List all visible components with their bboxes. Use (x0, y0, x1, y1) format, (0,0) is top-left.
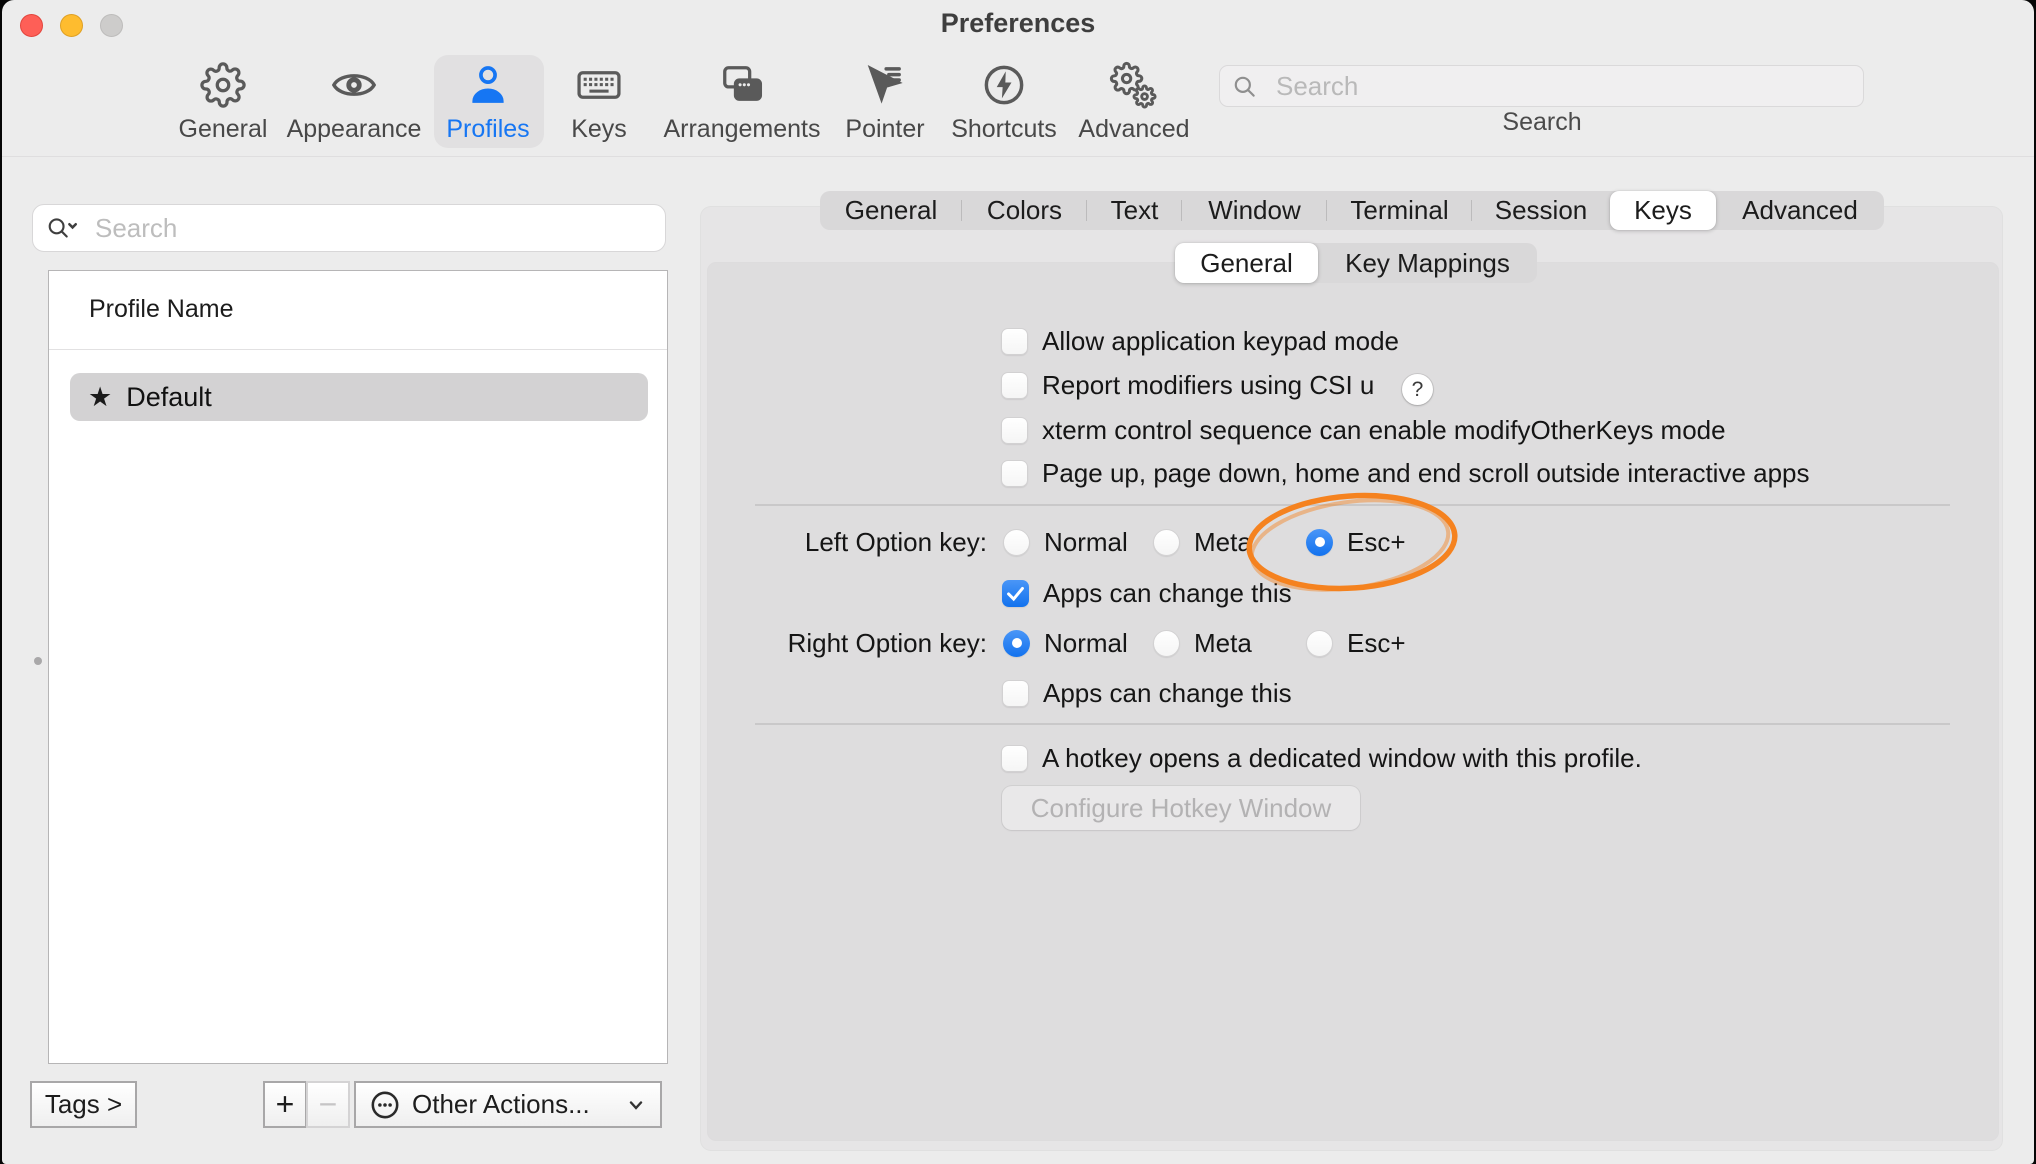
left-option-meta: Meta (1153, 520, 1252, 564)
toolbar-search-caption: Search (1442, 108, 1642, 137)
right-option-meta: Meta (1153, 621, 1252, 665)
other-actions-dropdown[interactable]: Other Actions... (354, 1081, 662, 1128)
profile-list[interactable]: Profile Name ★ Default (48, 270, 668, 1064)
tab-keys[interactable]: Keys (1610, 191, 1716, 230)
left-option-esc-radio[interactable] (1306, 529, 1333, 556)
right-option-normal: Normal (1003, 621, 1128, 665)
toolbar-item-general[interactable]: General (148, 57, 298, 149)
zoom-button (100, 14, 123, 37)
tab-general[interactable]: General (820, 191, 962, 230)
add-profile-button[interactable]: + (263, 1081, 307, 1128)
tab-advanced[interactable]: Advanced (1716, 191, 1884, 230)
left-apps-can-change-checkbox[interactable] (1002, 580, 1029, 607)
right-apps-can-change-checkbox[interactable] (1002, 680, 1029, 707)
minimize-button[interactable] (60, 14, 83, 37)
subtab-key-mappings[interactable]: Key Mappings (1318, 243, 1537, 283)
subtab-general[interactable]: General (1175, 243, 1318, 283)
toolbar-divider (2, 156, 2034, 157)
toolbar-item-keys[interactable]: Keys (524, 57, 674, 149)
profile-row-default[interactable]: ★ Default (70, 373, 648, 421)
left-option-normal: Normal (1003, 520, 1128, 564)
gear-icon (200, 57, 246, 113)
hotkey-checkbox[interactable] (1001, 745, 1028, 772)
left-option-esc: Esc+ (1306, 520, 1406, 564)
right-option-key-label: Right Option key: (692, 621, 987, 665)
scroll-outside-checkbox[interactable] (1001, 460, 1028, 487)
right-option-meta-radio[interactable] (1153, 630, 1180, 657)
left-option-normal-radio[interactable] (1003, 529, 1030, 556)
profile-search-input[interactable] (32, 204, 666, 252)
checkbox-row-scroll-outside: Page up, page down, home and end scroll … (1001, 451, 1810, 495)
list-header-divider (49, 349, 667, 350)
search-icon (1232, 74, 1258, 100)
profile-name: Default (126, 382, 212, 413)
toolbar-item-shortcuts[interactable]: Shortcuts (929, 57, 1079, 149)
double-gear-icon (1108, 57, 1160, 113)
tab-session[interactable]: Session (1472, 191, 1610, 230)
star-icon: ★ (88, 382, 112, 413)
help-button[interactable]: ? (1402, 374, 1433, 405)
checkbox-row-csi-u: Report modifiers using CSI u (1001, 363, 1374, 407)
window-title: Preferences (818, 8, 1218, 39)
configure-hotkey-window-button[interactable]: Configure Hotkey Window (1002, 786, 1360, 830)
keys-subtab-bar: General Key Mappings (1175, 243, 1537, 283)
bolt-circle-icon (981, 57, 1027, 113)
profile-tab-bar: General Colors Text Window Terminal Sess… (820, 191, 1884, 230)
search-with-scope-icon[interactable] (46, 215, 80, 242)
right-option-esc-radio[interactable] (1306, 630, 1333, 657)
toolbar-search-input[interactable] (1219, 65, 1864, 107)
keypad-mode-checkbox[interactable] (1001, 328, 1028, 355)
checkbox-row-modify-other-keys: xterm control sequence can enable modify… (1001, 408, 1726, 452)
hotkey-row: A hotkey opens a dedicated window with t… (1001, 736, 1642, 780)
toolbar-item-arrangements[interactable]: Arrangements (667, 57, 817, 149)
right-option-normal-radio[interactable] (1003, 630, 1030, 657)
tab-terminal[interactable]: Terminal (1327, 191, 1472, 230)
tags-button[interactable]: Tags > (30, 1081, 137, 1128)
window-edge-dot (34, 657, 42, 665)
toolbar-item-advanced[interactable]: Advanced (1059, 57, 1209, 149)
eye-icon (329, 57, 379, 113)
toolbar-item-appearance[interactable]: Appearance (279, 57, 429, 149)
profile-list-header: Profile Name (89, 295, 234, 324)
right-apps-can-change-row: Apps can change this (1002, 671, 1292, 715)
right-option-esc: Esc+ (1306, 621, 1406, 665)
tab-window[interactable]: Window (1182, 191, 1327, 230)
section-divider (755, 504, 1950, 506)
close-button[interactable] (20, 14, 43, 37)
checkbox-row-keypad-mode: Allow application keypad mode (1001, 319, 1399, 363)
csi-u-checkbox[interactable] (1001, 372, 1028, 399)
modify-other-keys-checkbox[interactable] (1001, 417, 1028, 444)
left-apps-can-change-row: Apps can change this (1002, 571, 1292, 615)
left-option-meta-radio[interactable] (1153, 529, 1180, 556)
keyboard-icon (574, 57, 624, 113)
section-divider (755, 723, 1950, 725)
remove-profile-button[interactable]: − (306, 1081, 350, 1128)
chevron-down-icon (624, 1093, 648, 1117)
circle-ellipsis-icon (368, 1088, 402, 1122)
preferences-window: Preferences General Appearance Profiles (2, 0, 2034, 1164)
person-icon (465, 57, 511, 113)
tab-text[interactable]: Text (1087, 191, 1182, 230)
windows-icon (718, 57, 766, 113)
left-option-key-label: Left Option key: (692, 520, 987, 564)
cursor-icon (862, 57, 908, 113)
tab-colors[interactable]: Colors (962, 191, 1087, 230)
